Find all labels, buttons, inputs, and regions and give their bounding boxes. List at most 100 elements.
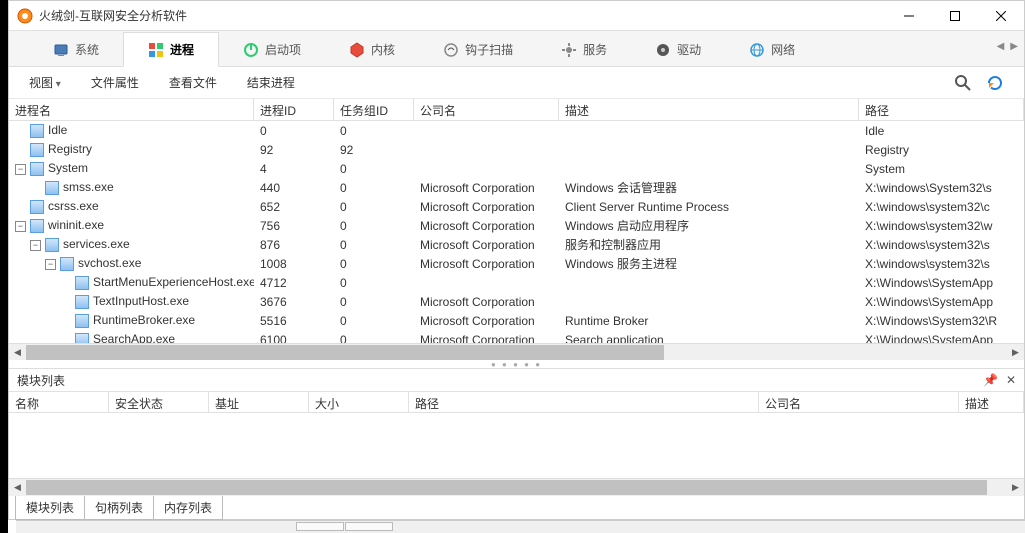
cell-company: Microsoft Corporation: [414, 199, 559, 215]
tab-service[interactable]: 服务: [537, 33, 631, 66]
tab-prev-icon[interactable]: ◀: [995, 39, 1007, 54]
cell-path: X:\Windows\SystemApp: [859, 332, 1024, 344]
maximize-button[interactable]: [932, 1, 978, 31]
tab-startup[interactable]: 启动项: [219, 33, 325, 66]
header-company[interactable]: 公司名: [414, 99, 559, 120]
refresh-icon[interactable]: [986, 74, 1004, 92]
app-icon: [17, 8, 33, 24]
cell-path: Registry: [859, 142, 1024, 158]
mheader-company[interactable]: 公司名: [759, 392, 959, 412]
splitter[interactable]: ● ● ● ● ●: [9, 360, 1024, 368]
table-row[interactable]: csrss.exe 652 0 Microsoft Corporation Cl…: [9, 197, 1024, 216]
tab-network[interactable]: 网络: [725, 33, 819, 66]
search-icon[interactable]: [954, 74, 972, 92]
process-icon: [30, 143, 44, 157]
bottom-tab[interactable]: 句柄列表: [84, 495, 154, 520]
table-row[interactable]: SearchApp.exe 6100 0 Microsoft Corporati…: [9, 330, 1024, 343]
cell-tgid: 0: [334, 161, 414, 177]
mheader-size[interactable]: 大小: [309, 392, 409, 412]
close-button[interactable]: [978, 1, 1024, 31]
module-body[interactable]: [9, 413, 1024, 478]
tab-next-icon[interactable]: ▶: [1008, 39, 1020, 54]
table-row[interactable]: StartMenuExperienceHost.exe 4712 0 X:\Wi…: [9, 273, 1024, 292]
mheader-desc[interactable]: 描述: [959, 392, 1024, 412]
cell-tgid: 0: [334, 294, 414, 310]
process-grid: 进程名 进程ID 任务组ID 公司名 描述 路径 Idle 0 0 Idle R…: [9, 99, 1024, 360]
bottom-tab[interactable]: 模块列表: [15, 495, 85, 520]
cell-tgid: 0: [334, 275, 414, 291]
tab-process[interactable]: 进程: [123, 32, 219, 67]
cell-company: [414, 282, 559, 284]
module-panel-title: 模块列表: [17, 372, 65, 389]
tab-driver[interactable]: 驱动: [631, 33, 725, 66]
cell-pid: 92: [254, 142, 334, 158]
table-row[interactable]: RuntimeBroker.exe 5516 0 Microsoft Corpo…: [9, 311, 1024, 330]
process-name: Registry: [48, 142, 92, 156]
tab-system[interactable]: 系统: [29, 33, 123, 66]
process-icon: [30, 124, 44, 138]
toolbar: 视图 文件属性 查看文件 结束进程: [9, 67, 1024, 99]
cell-company: [414, 130, 559, 132]
mheader-name[interactable]: 名称: [9, 392, 109, 412]
end-process-button[interactable]: 结束进程: [247, 74, 295, 91]
minimize-button[interactable]: [886, 1, 932, 31]
cell-desc: Client Server Runtime Process: [559, 199, 859, 215]
cell-company: Microsoft Corporation: [414, 180, 559, 196]
cell-path: X:\windows\system32\w: [859, 218, 1024, 234]
tree-toggle[interactable]: −: [15, 164, 26, 175]
cell-company: Microsoft Corporation: [414, 294, 559, 310]
window-title: 火绒剑-互联网安全分析软件: [39, 7, 886, 24]
table-row[interactable]: Registry 92 92 Registry: [9, 140, 1024, 159]
tree-toggle[interactable]: −: [30, 240, 41, 251]
header-tgid[interactable]: 任务组ID: [334, 99, 414, 120]
tab-hook[interactable]: 钩子扫描: [419, 33, 537, 66]
cell-company: Microsoft Corporation: [414, 332, 559, 344]
close-panel-icon[interactable]: ✕: [1006, 373, 1016, 387]
cell-desc: [559, 168, 859, 170]
bottom-tabs: 模块列表句柄列表内存列表: [9, 495, 1024, 519]
module-horizontal-scrollbar[interactable]: ◀ ▶: [9, 478, 1024, 495]
cell-pid: 3676: [254, 294, 334, 310]
tree-toggle[interactable]: −: [15, 221, 26, 232]
cell-company: [414, 168, 559, 170]
view-dropdown[interactable]: 视图: [29, 74, 61, 91]
pin-icon[interactable]: 📌: [983, 373, 998, 387]
kernel-icon: [349, 42, 365, 58]
horizontal-scrollbar[interactable]: ◀ ▶: [9, 343, 1024, 360]
cell-path: X:\windows\system32\c: [859, 199, 1024, 215]
process-icon: [45, 238, 59, 252]
table-row[interactable]: −services.exe 876 0 Microsoft Corporatio…: [9, 235, 1024, 254]
header-path[interactable]: 路径: [859, 99, 1024, 120]
mheader-base[interactable]: 基址: [209, 392, 309, 412]
cell-desc: [559, 301, 859, 303]
process-name: Idle: [48, 123, 67, 137]
mheader-sec[interactable]: 安全状态: [109, 392, 209, 412]
process-name: System: [48, 161, 88, 175]
bottom-tab[interactable]: 内存列表: [153, 495, 223, 520]
tree-toggle[interactable]: −: [45, 259, 56, 270]
header-pid[interactable]: 进程ID: [254, 99, 334, 120]
process-icon: [30, 162, 44, 176]
view-file-button[interactable]: 查看文件: [169, 74, 217, 91]
file-properties-button[interactable]: 文件属性: [91, 74, 139, 91]
table-row[interactable]: −System 4 0 System: [9, 159, 1024, 178]
header-name[interactable]: 进程名: [9, 99, 254, 120]
mheader-path[interactable]: 路径: [409, 392, 759, 412]
table-row[interactable]: smss.exe 440 0 Microsoft Corporation Win…: [9, 178, 1024, 197]
titlebar: 火绒剑-互联网安全分析软件: [9, 1, 1024, 31]
process-name: wininit.exe: [48, 218, 104, 232]
table-row[interactable]: −wininit.exe 756 0 Microsoft Corporation…: [9, 216, 1024, 235]
grid-body[interactable]: Idle 0 0 Idle Registry 92 92 Registry − S…: [9, 121, 1024, 343]
process-name: SearchApp.exe: [93, 332, 175, 343]
tab-kernel[interactable]: 内核: [325, 33, 419, 66]
table-row[interactable]: TextInputHost.exe 3676 0 Microsoft Corpo…: [9, 292, 1024, 311]
cell-path: X:\windows\system32\s: [859, 256, 1024, 272]
process-icon: [60, 257, 74, 271]
header-desc[interactable]: 描述: [559, 99, 859, 120]
table-row[interactable]: −svchost.exe 1008 0 Microsoft Corporatio…: [9, 254, 1024, 273]
process-name: svchost.exe: [78, 256, 141, 270]
service-icon: [561, 42, 577, 58]
table-row[interactable]: Idle 0 0 Idle: [9, 121, 1024, 140]
hook-icon: [443, 42, 459, 58]
network-icon: [749, 42, 765, 58]
